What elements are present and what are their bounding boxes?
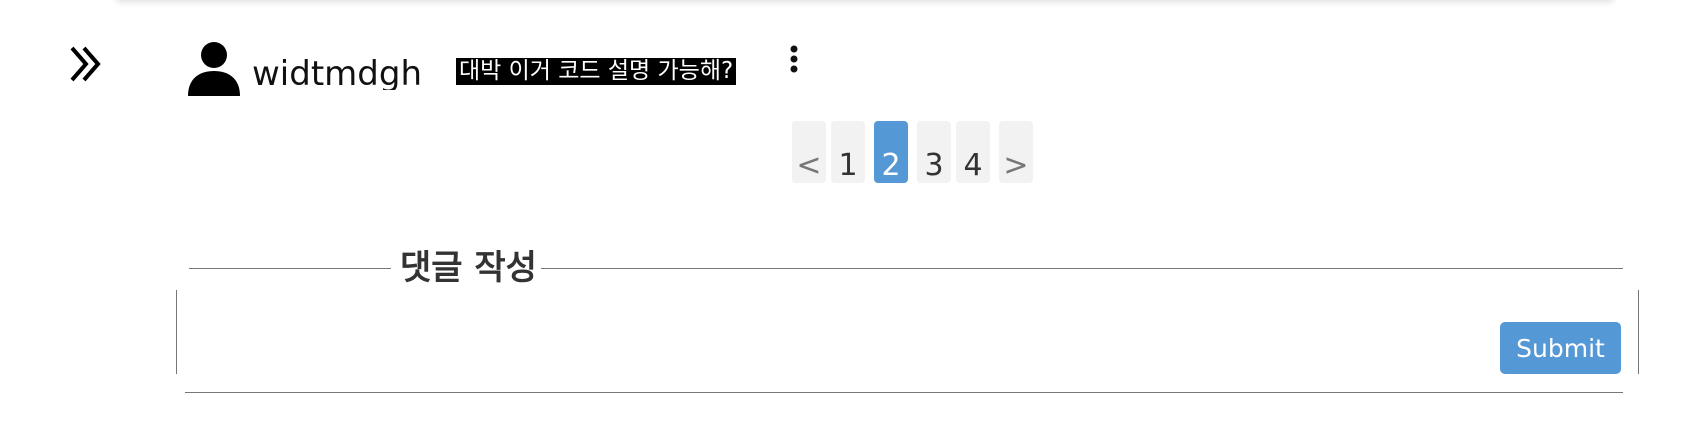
page-button-3[interactable]: 3 [917, 121, 951, 183]
kebab-menu-icon[interactable] [784, 44, 804, 78]
form-border-right [1638, 290, 1639, 374]
page-button-1[interactable]: 1 [831, 121, 865, 183]
user-icon [186, 40, 242, 96]
form-border-top-right [541, 268, 1623, 269]
page-button-4[interactable]: 4 [956, 121, 990, 183]
comment-form-legend: 댓글 작성 [394, 248, 543, 288]
comment-text: 대박 이거 코드 설명 가능해? [456, 57, 737, 85]
double-chevron-right-icon[interactable] [66, 44, 106, 84]
prev-page-button[interactable]: < [792, 121, 826, 183]
form-border-left [176, 290, 177, 374]
pagination: < 1 2 3 4 > [792, 121, 1033, 183]
page-button-2[interactable]: 2 [874, 121, 908, 183]
submit-button[interactable]: Submit [1500, 322, 1621, 374]
next-page-button[interactable]: > [999, 121, 1033, 183]
form-border-top-left [189, 268, 391, 269]
comment-form: 댓글 작성 Submit [176, 248, 1639, 393]
form-border-bottom [185, 392, 1623, 393]
comment-input[interactable] [190, 296, 1494, 358]
comment-username: widtmdgh [252, 54, 422, 90]
comment-item: widtmdgh 대박 이거 코드 설명 가능해? [186, 40, 804, 96]
